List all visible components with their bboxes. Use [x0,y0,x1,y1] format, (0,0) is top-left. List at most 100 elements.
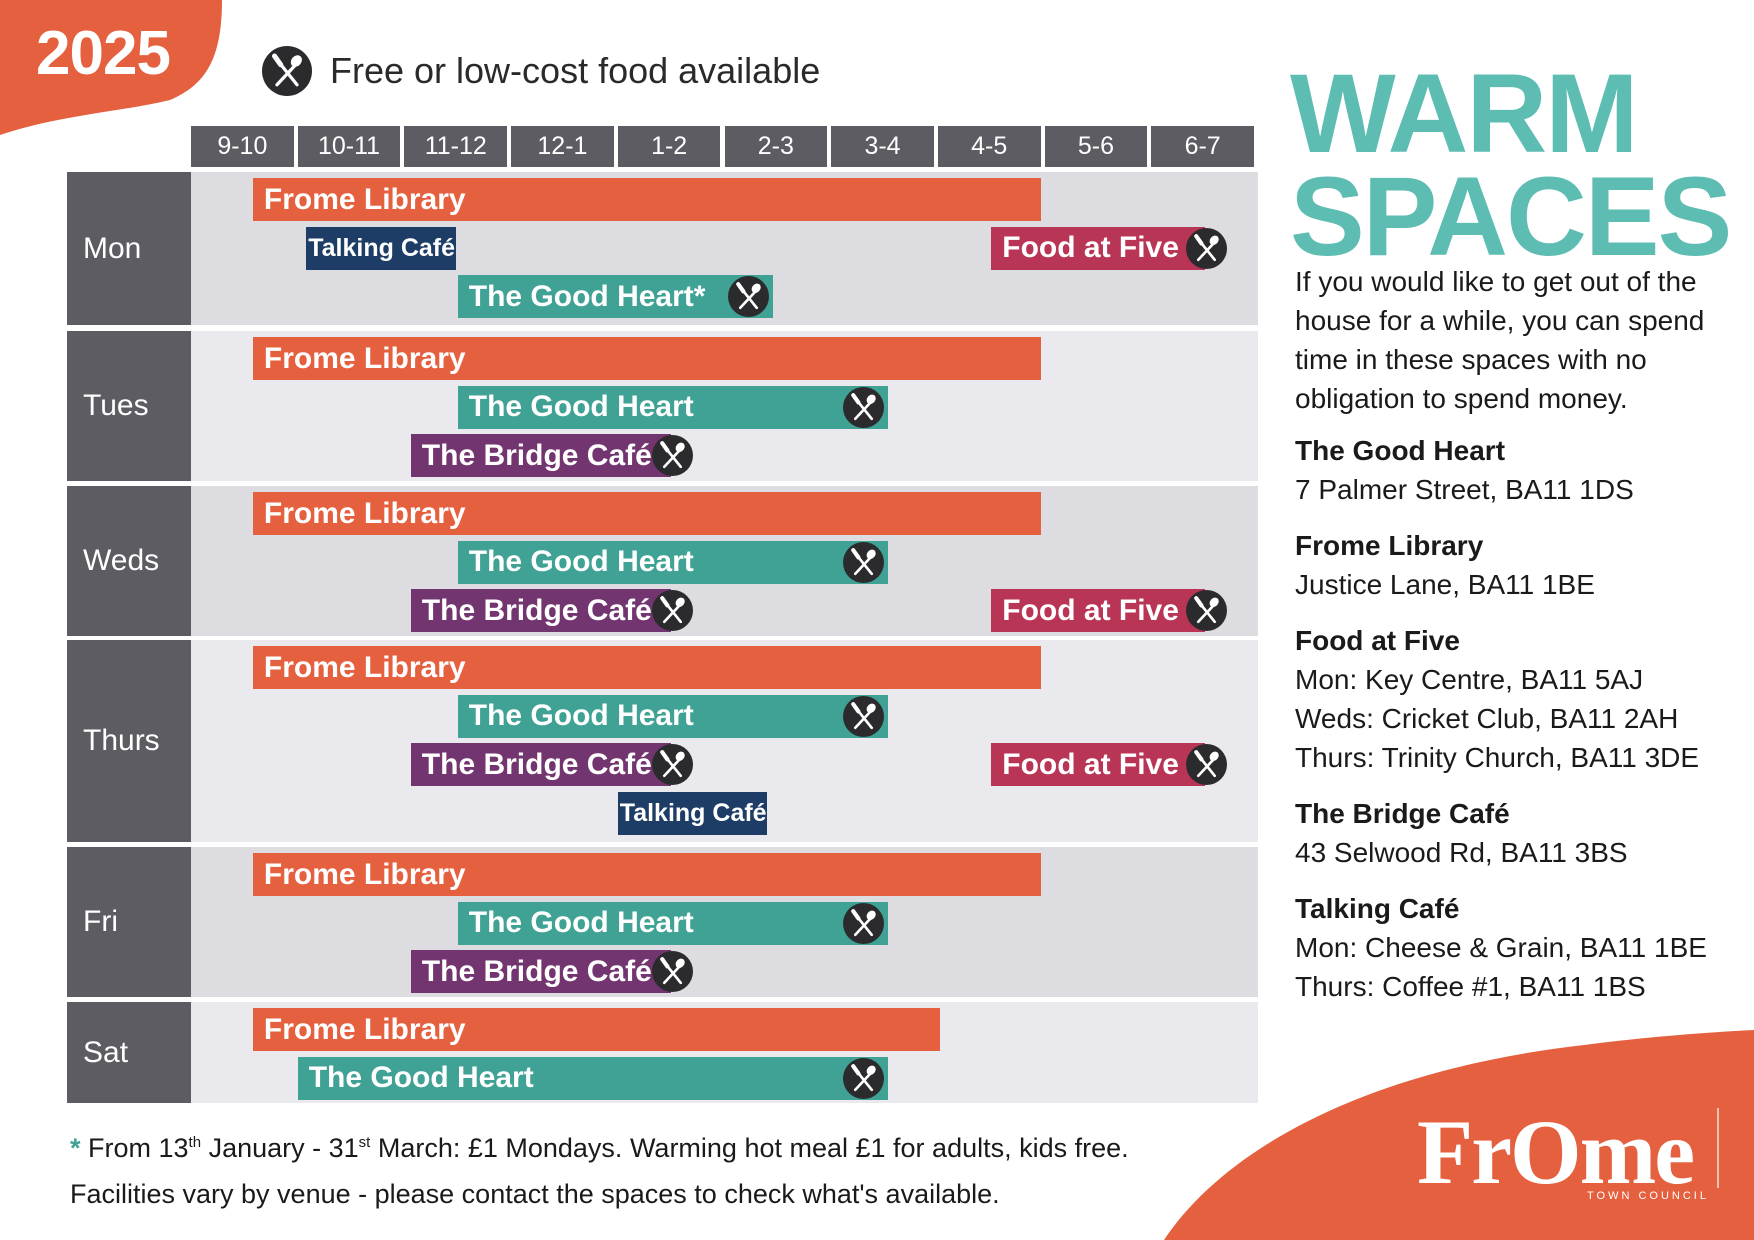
schedule-bar-library: Frome Library [252,337,1042,380]
schedule-bar-heart: The Good Heart [457,385,888,429]
logo-divider [1717,1108,1719,1188]
bar-label: Talking Café [619,798,767,827]
bar-label: The Bridge Café [421,954,652,988]
venue-entry: Talking Café Mon: Cheese & Grain, BA11 1B… [1295,890,1735,1006]
time-slot-header: 12-1 [511,126,614,167]
day-row-fri: Fri Frome Library The Good Heart The Bridge… [67,847,1258,997]
venue-name: Food at Five [1295,625,1460,656]
day-label: Thurs [67,640,191,842]
day-label: Sat [67,1002,191,1103]
schedule-bar-bridge: The Bridge Café [410,950,694,993]
schedule-bar-heart: The Good Heart [457,540,888,584]
schedule-bar-five: Food at Five [991,589,1227,632]
bar-label: The Good Heart [468,906,694,939]
bar-label: Frome Library [263,341,466,375]
venue-address: 7 Palmer Street, BA11 1DS [1295,474,1634,505]
page-title: WARM SPACES [1290,57,1732,280]
food-icon [842,902,884,944]
venue-address: Mon: Key Centre, BA11 5AJ [1295,664,1644,695]
day-label: Tues [67,331,191,481]
bar-label: The Good Heart [468,699,694,732]
schedule-bar-heart: The Good Heart* [457,275,773,318]
day-row-weds: Weds Frome Library The Good Heart The Bridg… [67,486,1258,636]
day-label: Fri [67,847,191,997]
time-slot-header: 3-4 [831,126,934,167]
food-icon [652,435,694,476]
venue-list: The Good Heart 7 Palmer Street, BA11 1DS F… [1295,432,1735,1024]
food-icon [842,541,884,583]
logo-subtitle: TOWN COUNCIL [1587,1190,1709,1202]
venue-entry: Frome Library Justice Lane, BA11 1BE [1295,527,1735,604]
bar-label: Frome Library [263,650,466,684]
venue-address: Thurs: Trinity Church, BA11 3DE [1295,742,1700,773]
bar-label: Frome Library [263,1012,466,1046]
schedule-bar-library: Frome Library [252,646,1042,689]
venue-address: Weds: Cricket Club, BA11 2AH [1295,703,1679,734]
legend-label: Free or low-cost food available [330,50,821,91]
bar-label: Frome Library [263,182,466,216]
venue-name: The Good Heart [1295,435,1506,466]
venue-address: Thurs: Coffee #1, BA11 1BS [1295,971,1646,1002]
food-icon [842,695,884,737]
schedule-bar-library: Frome Library [252,1008,941,1051]
schedule-bar-bridge: The Bridge Café [410,589,694,632]
day-label: Mon [67,172,191,325]
venue-address: 43 Selwood Rd, BA11 3BS [1295,837,1628,868]
schedule-bar-heart: The Good Heart [297,1056,888,1100]
schedule-bar-bridge: The Bridge Café [410,743,694,786]
footnote-line-1: * From 13th January - 31st March: £1 Mon… [70,1120,1129,1171]
footnote-sup: st [358,1134,371,1151]
food-icon [262,46,312,96]
time-slot-header: 1-2 [617,126,721,167]
footnote-line-2: Facilities vary by venue - please contac… [70,1179,1000,1209]
bar-label: The Good Heart [468,545,694,578]
time-slot-header: 10-11 [297,126,401,167]
schedule-bar-heart: The Good Heart [457,901,888,945]
food-icon [652,590,694,631]
food-legend: Free or low-cost food available [262,46,820,96]
bar-label: The Good Heart [308,1061,534,1094]
food-icon [842,1057,884,1099]
schedule-bar-bridge: The Bridge Café [410,434,694,477]
venue-entry: The Good Heart 7 Palmer Street, BA11 1DS [1295,432,1735,509]
schedule-bar-library: Frome Library [252,178,1042,221]
schedule-bar-library: Frome Library [252,492,1042,535]
day-row-mon: Mon Frome Library Talking Café Food at Five… [67,172,1258,325]
food-icon [652,744,694,785]
schedule-bar-talking: Talking Café [617,791,768,835]
day-row-thurs: Thurs Frome Library The Good Heart The Brid… [67,640,1258,842]
schedule-bar-five: Food at Five [991,743,1227,786]
time-slot-header: 2-3 [724,126,828,167]
bar-label: Food at Five [1002,747,1179,781]
venue-address: Mon: Cheese & Grain, BA11 1BE [1295,932,1707,963]
schedule-bar-talking: Talking Café [306,226,456,270]
bar-label: The Bridge Café [421,438,652,472]
schedule-bar-five: Food at Five [991,226,1227,270]
food-icon [727,276,769,317]
logo-wordmark: FrOme [1417,1101,1695,1203]
venue-name: Frome Library [1295,530,1484,561]
footnote-sup: th [188,1134,202,1151]
bar-label: Food at Five [1002,231,1179,264]
asterisk-mark: * [70,1133,81,1163]
time-slot-header: 5-6 [1044,126,1148,167]
food-icon [1185,227,1227,269]
venue-address: Justice Lane, BA11 1BE [1295,569,1595,600]
bar-label: The Bridge Café [421,593,652,627]
footnote-text: March: £1 Mondays. Warming hot meal £1 f… [370,1133,1129,1163]
footnote-text: January - 31 [201,1133,359,1163]
time-slot-header: 4-5 [937,126,1041,167]
title-line-spaces: SPACES [1290,154,1732,280]
food-icon [652,951,694,992]
time-slot-header: 11-12 [404,126,508,167]
footnote: * From 13th January - 31st March: £1 Mon… [70,1120,1129,1217]
venue-name: The Bridge Café [1295,798,1510,829]
schedule-bar-library: Frome Library [252,853,1042,896]
bar-label: The Good Heart* [468,279,706,313]
schedule-bar-heart: The Good Heart [457,694,888,738]
day-row-tues: Tues Frome Library The Good Heart The Bridg… [67,331,1258,481]
footnote-text: From 13 [80,1133,189,1163]
bar-label: Frome Library [263,857,466,891]
intro-text: If you would like to get out of the hous… [1295,266,1705,414]
day-row-sat: Sat Frome Library The Good Heart [67,1002,1258,1103]
